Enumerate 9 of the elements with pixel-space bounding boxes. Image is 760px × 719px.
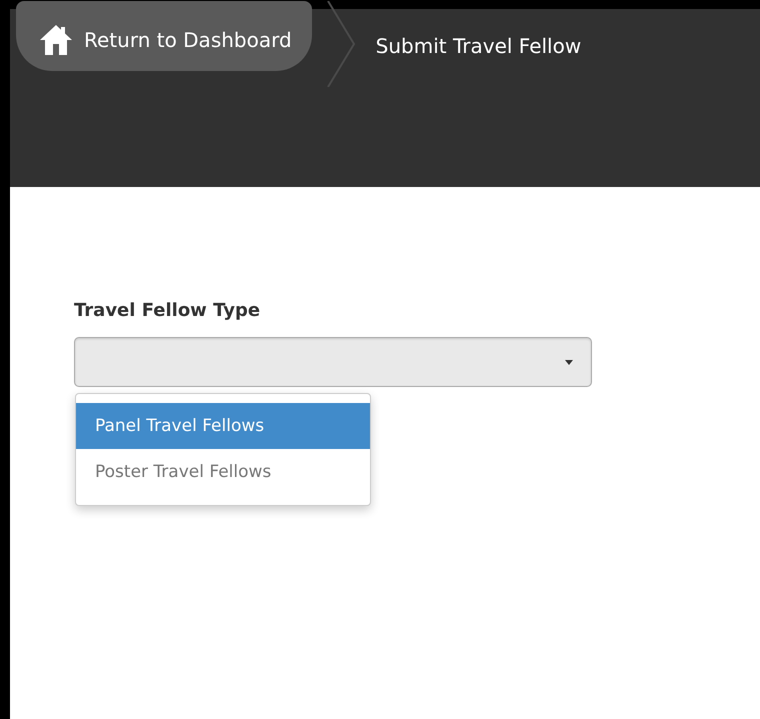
breadcrumb-current: Submit Travel Fellow [376,34,582,58]
dropdown-option[interactable]: Panel Travel Fellows [76,403,370,449]
home-icon [38,22,74,58]
dropdown-option[interactable]: Poster Travel Fellows [76,449,370,495]
dashboard-link[interactable]: Return to Dashboard [16,1,312,71]
breadcrumb-separator-icon [326,1,356,87]
caret-icon [565,360,573,364]
type-select[interactable] [74,337,592,387]
field-label: Travel Fellow Type [74,300,262,321]
